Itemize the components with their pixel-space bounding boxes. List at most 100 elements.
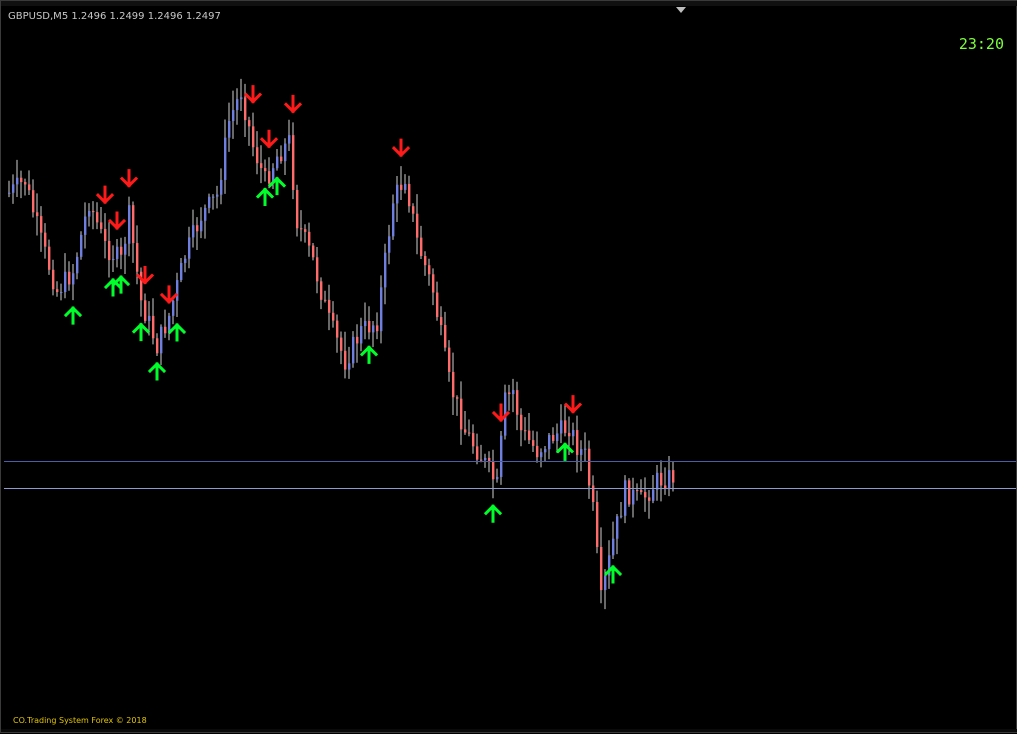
chart-window[interactable]: GBPUSD,M5 1.2496 1.2499 1.2496 1.2497 23… — [0, 0, 1017, 733]
sell-arrow-icon — [563, 395, 583, 414]
candle — [196, 217, 199, 250]
candle — [596, 490, 599, 554]
candle-body — [200, 220, 203, 232]
candle — [92, 201, 95, 230]
candle-body — [564, 420, 567, 433]
candle — [124, 236, 127, 274]
candle — [420, 225, 423, 259]
candle-body — [456, 397, 459, 399]
candle-body — [92, 211, 95, 213]
candle-body — [12, 184, 15, 193]
buy-arrow-icon — [255, 187, 275, 207]
candle — [156, 333, 159, 356]
candle — [320, 277, 323, 310]
candle — [12, 174, 15, 204]
candle — [472, 424, 475, 454]
candle-body — [308, 231, 311, 246]
candle — [492, 449, 495, 499]
candle — [356, 324, 359, 363]
candle-body — [492, 461, 495, 480]
sell-arrow-icon — [243, 85, 263, 104]
candle — [88, 203, 91, 227]
candle-body — [572, 430, 575, 437]
price-chart[interactable] — [1, 1, 1017, 734]
candle — [664, 467, 667, 495]
candle — [220, 168, 223, 205]
candle-body — [512, 390, 515, 395]
candle-body — [108, 240, 111, 261]
candle-body — [76, 256, 79, 274]
candle — [368, 306, 371, 340]
candle-body — [280, 156, 283, 162]
candle — [16, 159, 19, 197]
candle — [508, 384, 511, 411]
candle-body — [84, 216, 87, 235]
candle-body — [60, 292, 63, 294]
candle — [292, 122, 295, 200]
candle — [348, 346, 351, 379]
candle — [588, 440, 591, 499]
candle-body — [20, 177, 23, 183]
candle-body — [376, 325, 379, 332]
candle — [68, 261, 71, 291]
candle-body — [96, 212, 99, 223]
candle-body — [472, 433, 475, 447]
candle-body — [204, 207, 207, 221]
candle-body — [196, 225, 199, 232]
time-scale-strip — [1, 729, 1017, 732]
candle — [44, 223, 47, 259]
candle-body — [344, 350, 347, 370]
candle-body — [396, 184, 399, 204]
candle — [440, 306, 443, 336]
candle — [560, 404, 563, 444]
candle-body — [452, 371, 455, 398]
candle-body — [124, 243, 127, 255]
candle-body — [68, 271, 71, 285]
candle — [572, 422, 575, 446]
bid-price-line[interactable] — [4, 461, 1016, 462]
candle — [652, 474, 655, 504]
candle — [168, 312, 171, 341]
candle — [396, 175, 399, 223]
buy-arrow-icon-shape — [555, 442, 575, 461]
candle — [76, 252, 79, 280]
chart-shift-marker[interactable] — [676, 7, 686, 13]
candle-body — [604, 575, 607, 591]
candle-body — [636, 489, 639, 491]
candle-body — [500, 435, 503, 477]
candle — [360, 317, 363, 352]
candle-body — [436, 292, 439, 318]
candle — [60, 283, 63, 301]
candle — [312, 243, 315, 261]
candle — [308, 222, 311, 257]
sell-arrow-icon-shape — [259, 129, 279, 149]
candle — [164, 309, 167, 338]
candle — [532, 430, 535, 452]
candle-body — [220, 179, 223, 195]
candle — [548, 432, 551, 460]
candle — [208, 193, 211, 214]
candle — [32, 179, 35, 218]
candle — [460, 381, 463, 445]
ask-price-line[interactable] — [4, 488, 1016, 489]
candle-body — [364, 321, 367, 327]
symbol-timeframe: GBPUSD,M5 — [8, 11, 69, 22]
candle-body — [508, 392, 511, 395]
candle — [364, 302, 367, 340]
candle — [660, 460, 663, 502]
candle — [380, 275, 383, 344]
buy-arrow-icon — [555, 442, 575, 461]
candle-body — [460, 398, 463, 430]
buy-arrow-icon-shape — [131, 322, 151, 342]
candle — [524, 417, 527, 441]
candle-body — [596, 502, 599, 547]
candle — [592, 475, 595, 511]
candle — [192, 209, 195, 248]
candle — [24, 178, 27, 196]
candle-body — [172, 300, 175, 316]
candle — [240, 78, 243, 111]
candle-body — [552, 434, 555, 441]
candle-body — [264, 168, 267, 172]
candle — [632, 477, 635, 518]
candle — [96, 202, 99, 230]
